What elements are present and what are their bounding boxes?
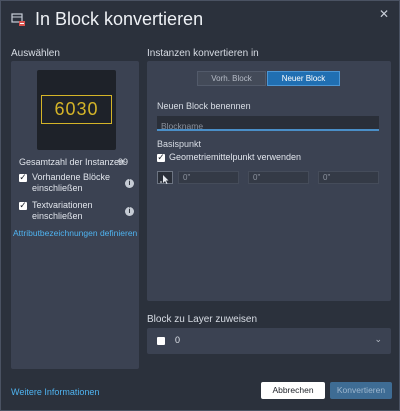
checkmark-icon: ✓ — [19, 200, 27, 210]
info-icon[interactable]: i — [125, 207, 134, 216]
include-text-label-line1: Textvariationen — [32, 200, 93, 210]
cursor-pick-icon — [158, 172, 172, 189]
instances-label: Gesamtzahl der Instanzen — [19, 157, 125, 167]
block-preview: 6030 — [37, 70, 116, 150]
tab-previous-block[interactable]: Vorh. Block — [197, 71, 266, 86]
layer-section-label: Block zu Layer zuweisen — [147, 314, 258, 325]
more-info-link[interactable]: Weitere Informationen — [11, 387, 99, 397]
select-section-label: Auswählen — [11, 48, 60, 59]
basepoint-z-input[interactable]: 0" — [318, 171, 379, 184]
convert-to-block-dialog: In Block konvertieren ✕ Auswählen 6030 G… — [0, 0, 400, 411]
select-panel: 6030 Gesamtzahl der Instanzen 99 ✓ Vorha… — [11, 61, 139, 369]
include-existing-label-line1: Vorhandene Blöcke — [32, 172, 111, 182]
info-icon[interactable]: i — [125, 179, 134, 188]
convert-to-section-label: Instanzen konvertieren in — [147, 48, 259, 59]
instances-count: 99 — [118, 157, 129, 167]
checkmark-icon: ✓ — [19, 172, 27, 182]
block-convert-icon — [11, 12, 27, 28]
layer-color-swatch — [157, 337, 165, 345]
tab-new-block[interactable]: Neuer Block — [267, 71, 340, 86]
convert-button[interactable]: Konvertieren — [330, 382, 392, 399]
layer-selected-value: 0 — [175, 335, 181, 345]
chevron-down-icon: ⌄ — [374, 334, 382, 344]
include-text-variations-checkbox[interactable]: ✓ — [19, 200, 27, 210]
preview-text: 6030 — [54, 99, 99, 119]
layer-select[interactable]: 0 ⌄ — [147, 328, 391, 354]
close-icon[interactable]: ✕ — [377, 7, 391, 21]
preview-frame: 6030 — [41, 95, 112, 124]
basepoint-label: Basispunkt — [157, 139, 202, 149]
basepoint-x-input[interactable]: 0" — [178, 171, 239, 184]
checkmark-icon: ✓ — [157, 152, 165, 162]
dialog-title: In Block konvertieren — [35, 9, 204, 29]
block-name-field[interactable] — [157, 116, 379, 133]
define-attributes-link[interactable]: Attributbezeichnungen definieren — [13, 228, 137, 238]
cancel-button[interactable]: Abbrechen — [261, 382, 325, 399]
include-existing-checkbox[interactable]: ✓ — [19, 172, 27, 182]
include-existing-label-line2: einschließen — [32, 183, 83, 193]
geometric-center-checkbox[interactable]: ✓ — [157, 152, 165, 162]
title-bar: In Block konvertieren ✕ — [1, 1, 399, 39]
basepoint-y-input[interactable]: 0" — [248, 171, 309, 184]
pick-point-button[interactable] — [157, 171, 173, 184]
include-text-label-line2: einschließen — [32, 211, 83, 221]
convert-to-panel: Vorh. Block Neuer Block Neuen Block bene… — [147, 61, 391, 301]
block-name-label: Neuen Block benennen — [157, 101, 251, 111]
geometric-center-label: Geometriemittelpunkt verwenden — [169, 152, 302, 162]
block-name-input[interactable] — [157, 119, 379, 133]
